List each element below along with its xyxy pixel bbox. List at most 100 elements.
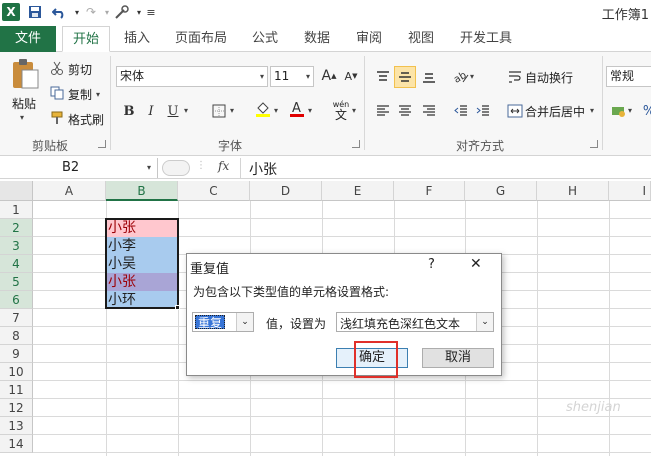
row-header-12[interactable]: 12 — [0, 399, 33, 417]
customize-qat-icon[interactable]: ≡ — [142, 3, 160, 21]
row-header-9[interactable]: 9 — [0, 345, 33, 363]
align-right-icon[interactable] — [418, 100, 440, 122]
align-middle-icon[interactable] — [394, 66, 416, 88]
underline-dropdown-icon[interactable]: ▾ — [184, 106, 188, 115]
font-name-dropdown-icon[interactable]: ▾ — [260, 67, 264, 86]
merge-center-icon[interactable] — [504, 100, 526, 122]
name-box-dropdown-icon[interactable]: ▾ — [147, 163, 151, 172]
row-header-10[interactable]: 10 — [0, 363, 33, 381]
col-header-f[interactable]: F — [394, 181, 465, 201]
select-all-corner[interactable] — [0, 181, 33, 201]
tab-review[interactable]: 审阅 — [350, 26, 388, 52]
shrink-font-icon[interactable]: A ▼ — [340, 65, 362, 87]
phonetic-guide-icon[interactable]: wén 文 — [328, 100, 354, 122]
number-format-combo[interactable]: 常规 — [606, 66, 651, 87]
increase-indent-icon[interactable] — [472, 100, 494, 122]
merge-center-button[interactable]: 合并后居中 — [525, 103, 585, 120]
tools-icon[interactable] — [113, 3, 131, 21]
accounting-format-icon[interactable] — [608, 100, 630, 122]
row-header-13[interactable]: 13 — [0, 417, 33, 435]
row-header-6[interactable]: 6 — [0, 291, 33, 309]
align-center-icon[interactable] — [394, 100, 416, 122]
wrap-text-button[interactable]: 自动换行 — [525, 69, 573, 86]
row-header-2[interactable]: 2 — [0, 219, 33, 237]
col-header-h[interactable]: H — [537, 181, 609, 201]
col-header-g[interactable]: G — [465, 181, 537, 201]
row-header-5[interactable]: 5 — [0, 273, 33, 291]
tab-formulas[interactable]: 公式 — [246, 26, 284, 52]
col-header-c[interactable]: C — [178, 181, 250, 201]
tab-insert[interactable]: 插入 — [116, 26, 158, 52]
col-header-d[interactable]: D — [250, 181, 322, 201]
undo-icon[interactable] — [50, 3, 68, 21]
clipboard-launcher-icon[interactable] — [98, 140, 106, 148]
copy-button[interactable]: 复制 — [68, 86, 92, 103]
italic-button[interactable]: I — [140, 100, 162, 122]
insert-function-icon[interactable]: fx — [218, 159, 229, 173]
name-box[interactable]: B2 — [0, 158, 158, 178]
paste-button[interactable]: 粘贴 — [12, 95, 36, 112]
help-icon[interactable]: ? — [428, 257, 435, 272]
formula-content[interactable]: 小张 — [249, 159, 277, 179]
row-header-11[interactable]: 11 — [0, 381, 33, 399]
col-header-i[interactable]: I — [609, 181, 651, 201]
close-icon[interactable]: ✕ — [470, 256, 482, 272]
tab-data[interactable]: 数据 — [298, 26, 336, 52]
tab-page-layout[interactable]: 页面布局 — [170, 26, 232, 52]
paste-dropdown-icon[interactable]: ▾ — [20, 113, 24, 122]
row-header-14[interactable]: 14 — [0, 435, 33, 453]
phonetic-dropdown-icon[interactable]: ▾ — [352, 106, 356, 115]
formula-bar-resize-handle[interactable] — [162, 160, 190, 176]
alignment-launcher-icon[interactable] — [590, 140, 598, 148]
rule-type-dropdown-icon[interactable]: ⌄ — [236, 313, 253, 331]
borders-dropdown-icon[interactable]: ▾ — [230, 106, 234, 115]
bold-button[interactable]: B — [118, 100, 140, 122]
font-name-combo[interactable]: 宋体 ▾ — [116, 66, 268, 87]
fill-handle[interactable] — [175, 305, 180, 310]
tab-file[interactable]: 文件 — [0, 26, 56, 52]
fill-color-dropdown-icon[interactable]: ▾ — [274, 106, 278, 115]
row-header-8[interactable]: 8 — [0, 327, 33, 345]
wrap-text-icon[interactable] — [504, 66, 526, 88]
orientation-dropdown-icon[interactable]: ▾ — [470, 72, 474, 81]
font-launcher-icon[interactable] — [352, 140, 360, 148]
orientation-icon[interactable]: ab — [450, 66, 472, 88]
copy-dropdown-icon[interactable]: ▾ — [96, 90, 100, 99]
save-icon[interactable] — [26, 3, 44, 21]
align-left-icon[interactable] — [372, 100, 394, 122]
borders-icon[interactable] — [208, 100, 230, 122]
format-dropdown-icon[interactable]: ⌄ — [476, 313, 493, 331]
col-header-a[interactable]: A — [33, 181, 106, 201]
cancel-button[interactable]: 取消 — [422, 348, 494, 368]
scissors-icon[interactable] — [50, 61, 64, 75]
format-painter-button[interactable]: 格式刷 — [68, 111, 104, 128]
tab-view[interactable]: 视图 — [402, 26, 440, 52]
merge-dropdown-icon[interactable]: ▾ — [590, 106, 594, 115]
col-header-e[interactable]: E — [322, 181, 394, 201]
tab-home[interactable]: 开始 — [62, 26, 110, 52]
col-header-b[interactable]: B — [106, 181, 178, 201]
decrease-indent-icon[interactable] — [450, 100, 472, 122]
align-top-icon[interactable] — [372, 66, 394, 88]
fill-color-icon[interactable] — [252, 98, 274, 120]
percent-style-icon[interactable]: % — [638, 100, 651, 122]
row-header-3[interactable]: 3 — [0, 237, 33, 255]
row-header-4[interactable]: 4 — [0, 255, 33, 273]
format-painter-icon[interactable] — [50, 111, 64, 125]
underline-button[interactable]: U — [162, 100, 184, 122]
row-header-7[interactable]: 7 — [0, 309, 33, 327]
font-color-icon[interactable]: A — [286, 98, 308, 120]
copy-icon[interactable] — [50, 86, 64, 100]
align-bottom-icon[interactable] — [418, 66, 440, 88]
tab-developer[interactable]: 开发工具 — [454, 26, 518, 52]
font-color-dropdown-icon[interactable]: ▾ — [308, 106, 312, 115]
paste-icon[interactable] — [10, 58, 40, 90]
font-size-dropdown-icon[interactable]: ▾ — [306, 67, 310, 86]
grow-font-icon[interactable]: A ▲ — [318, 65, 340, 87]
accounting-dropdown-icon[interactable]: ▾ — [628, 106, 632, 115]
format-select[interactable]: 浅红填充色深红色文本 ⌄ — [336, 312, 494, 332]
font-size-combo[interactable]: 11 ▾ — [270, 66, 314, 87]
rule-type-select[interactable]: 重复 ⌄ — [192, 312, 254, 332]
cut-button[interactable]: 剪切 — [68, 61, 92, 78]
row-header-1[interactable]: 1 — [0, 201, 33, 219]
